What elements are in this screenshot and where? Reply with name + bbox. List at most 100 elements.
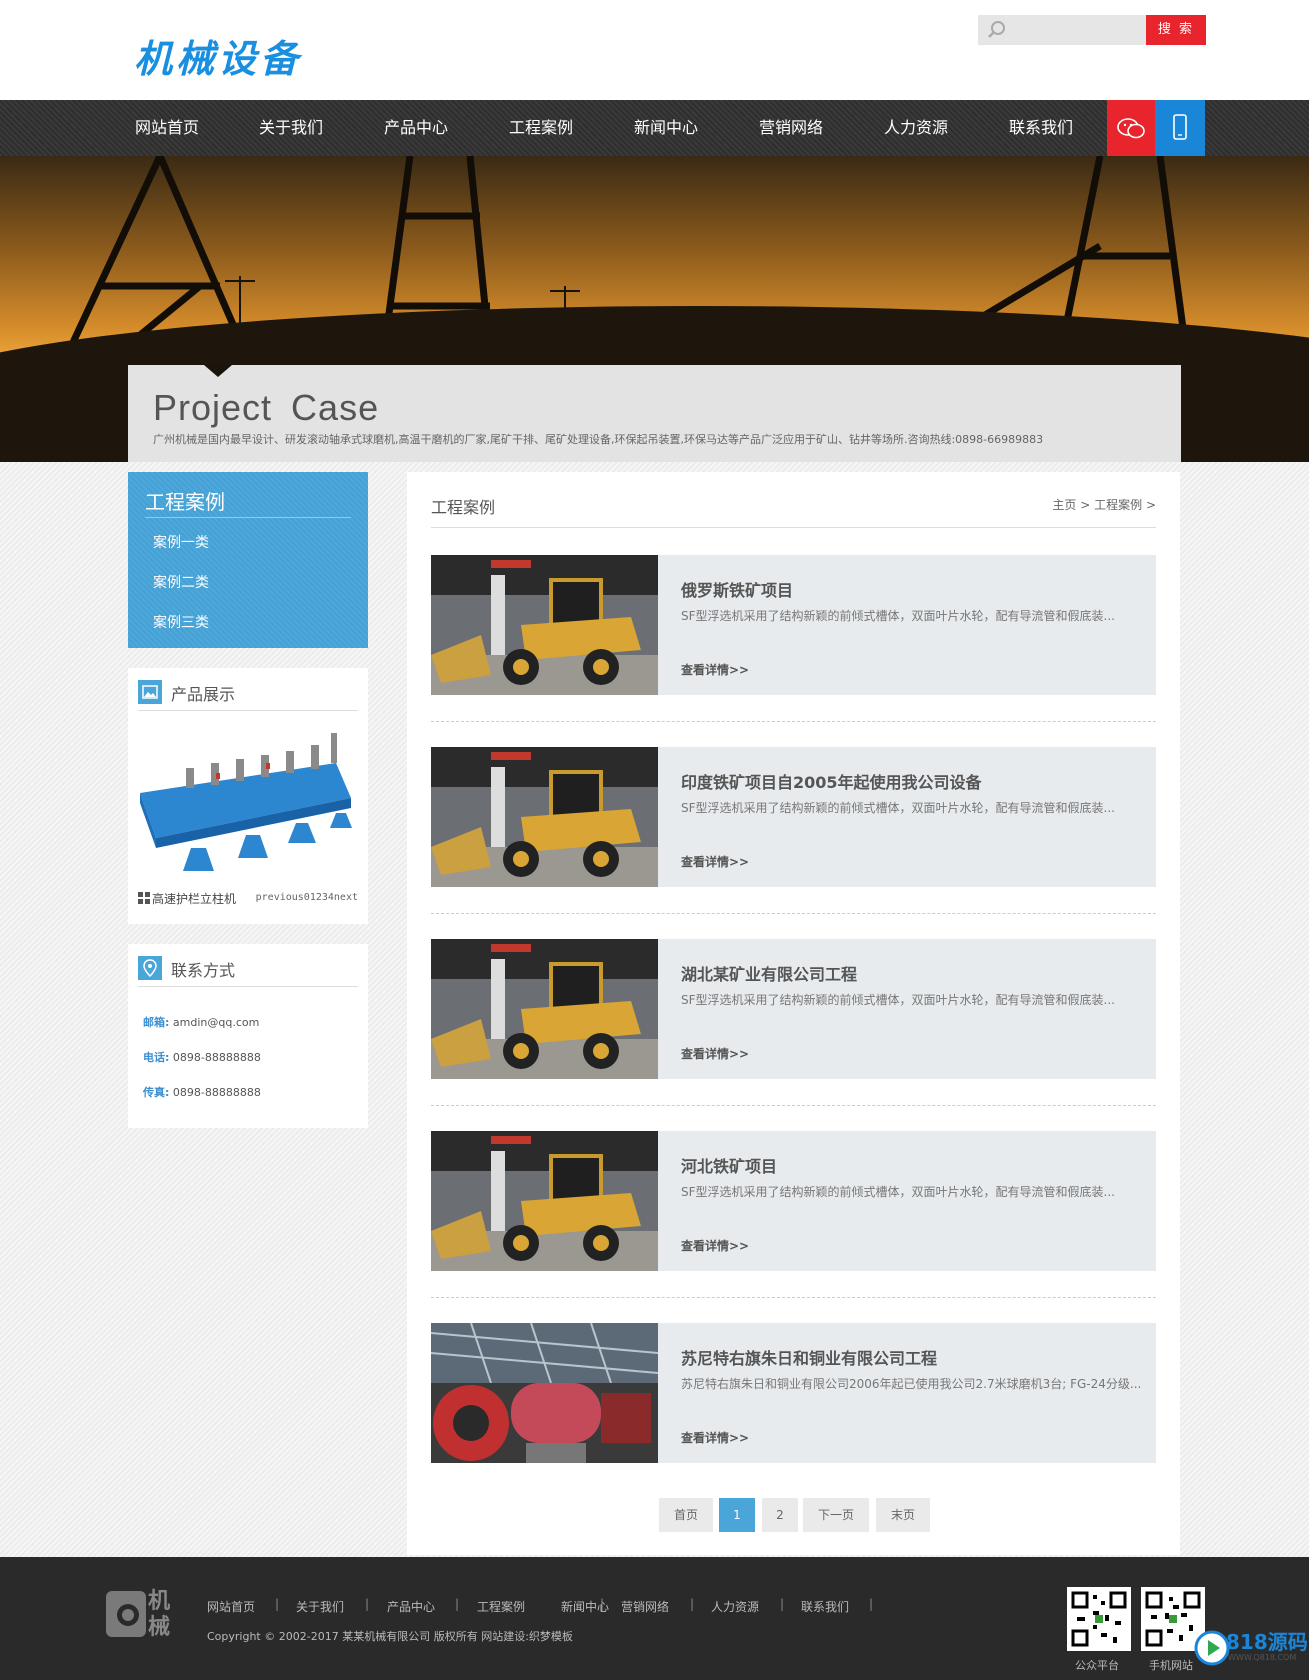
- product-showcase: 产品展示 高速护栏立柱机 previous01234next: [128, 668, 368, 924]
- contact-fax: 传真: 0898-88888888: [143, 1084, 261, 1100]
- pagination-button[interactable]: 末页: [876, 1498, 930, 1532]
- case-description: SF型浮选机采用了结构新颖的前倾式槽体，双面叶片水轮，配有导流管和假底装...: [681, 801, 1115, 815]
- email-value[interactable]: amdin@qq.com: [173, 1016, 259, 1029]
- mobile-button[interactable]: [1155, 100, 1205, 156]
- case-separator: [431, 913, 1156, 914]
- mobile-icon: [1173, 114, 1187, 140]
- footer-logo-mark: [106, 1591, 146, 1637]
- nav-item-network[interactable]: 营销网络: [759, 100, 823, 156]
- nav-item-cases[interactable]: 工程案例: [509, 100, 573, 156]
- breadcrumb-chevron-icon: >: [1145, 498, 1156, 512]
- category-title: 工程案例: [145, 490, 225, 514]
- case-image[interactable]: [431, 747, 658, 887]
- breadcrumb-current[interactable]: 工程案例: [1094, 498, 1142, 512]
- breadcrumb: 主页 > 工程案例 >: [1052, 496, 1156, 513]
- case-title[interactable]: 湖北某矿业有限公司工程: [681, 961, 857, 985]
- case-image[interactable]: [431, 555, 658, 695]
- category-item[interactable]: 案例三类: [153, 612, 209, 632]
- breadcrumb-home[interactable]: 主页: [1052, 498, 1076, 512]
- product-divider: [138, 710, 358, 711]
- section-title: 工程案例: [431, 498, 496, 517]
- case-separator: [431, 1297, 1156, 1298]
- case-item: 俄罗斯铁矿项目 SF型浮选机采用了结构新颖的前倾式槽体，双面叶片水轮，配有导流管和…: [431, 555, 1156, 695]
- contact-phone: 电话: 0898-88888888: [143, 1049, 261, 1065]
- case-title[interactable]: 俄罗斯铁矿项目: [681, 577, 793, 601]
- nav-item-about[interactable]: 关于我们: [259, 100, 323, 156]
- pagination-button[interactable]: 下一页: [803, 1498, 869, 1532]
- footer-link-separator: |: [780, 1597, 785, 1611]
- copyright: Copyright © 2002-2017 某某机械有限公司 版权所有 网站建设…: [207, 1630, 573, 1643]
- wechat-icon: [1117, 118, 1145, 139]
- footer-link-separator: |: [455, 1597, 460, 1611]
- category-item[interactable]: 案例一类: [153, 532, 209, 552]
- category-panel: 工程案例 案例一类 案例二类 案例三类: [128, 472, 368, 648]
- site-logo[interactable]: 机械设备: [134, 28, 302, 83]
- case-more-link[interactable]: 查看详情>>: [681, 1045, 749, 1062]
- case-more-link[interactable]: 查看详情>>: [681, 661, 749, 678]
- breadcrumb-chevron-icon: >: [1080, 498, 1091, 512]
- case-image[interactable]: [431, 1323, 658, 1463]
- product-image[interactable]: [136, 723, 360, 873]
- qr-icon: [1071, 1591, 1127, 1647]
- search-button[interactable]: 搜 索: [1146, 15, 1206, 45]
- contact-email: 邮箱: amdin@qq.com: [143, 1014, 259, 1030]
- image-icon: [138, 680, 162, 704]
- footer-link-separator: |: [600, 1597, 605, 1611]
- product-pager[interactable]: previous01234next: [256, 892, 358, 903]
- footer-link-separator: |: [365, 1597, 370, 1611]
- search-input[interactable]: [978, 15, 1146, 45]
- pagination-button[interactable]: 1: [719, 1498, 755, 1532]
- case-title[interactable]: 河北铁矿项目: [681, 1153, 777, 1177]
- footer-link-separator: |: [690, 1597, 695, 1611]
- qr-label-wechat: 公众平台: [1075, 1659, 1119, 1672]
- page-title: Project Case: [153, 387, 380, 428]
- qr-icon: [1145, 1591, 1201, 1647]
- case-item: 苏尼特右旗朱日和铜业有限公司工程苏尼特右旗朱日和铜业有限公司2006年起已使用我…: [431, 1323, 1156, 1463]
- section-divider: [431, 527, 1156, 528]
- pagination-button[interactable]: 2: [762, 1498, 798, 1532]
- case-image[interactable]: [431, 939, 658, 1079]
- footer-link[interactable]: 产品中心: [387, 1598, 435, 1615]
- nav-item-products[interactable]: 产品中心: [384, 100, 448, 156]
- category-item[interactable]: 案例二类: [153, 572, 209, 592]
- footer-link[interactable]: 网站首页: [207, 1598, 255, 1615]
- main-content: 工程案例 主页 > 工程案例 > 俄罗斯铁矿项目 SF型浮选机采用了结构新颖的前倾…: [407, 472, 1180, 1555]
- nav-item-home[interactable]: 网站首页: [135, 100, 199, 156]
- wechat-button[interactable]: [1107, 100, 1155, 156]
- badge-subtext: WWW.Q818.COM: [1228, 1653, 1297, 1662]
- footer-logo-text: 机械: [148, 1589, 171, 1640]
- page-intro: Project Case 广州机械是国内最早设计、研发滚动轴承式球磨机,高温干磨…: [128, 365, 1181, 462]
- footer-link[interactable]: 工程案例: [477, 1598, 525, 1615]
- case-description: 苏尼特右旗朱日和铜业有限公司2006年起已使用我公司2.7米球磨机3台; FG-…: [681, 1377, 1142, 1391]
- grid-icon: [138, 892, 150, 904]
- email-label: 邮箱:: [143, 1016, 170, 1029]
- footer-logo[interactable]: 机械: [106, 1589, 186, 1641]
- pagination-button[interactable]: 首页: [659, 1498, 713, 1532]
- footer-link[interactable]: 营销网络: [621, 1598, 669, 1615]
- footer-link[interactable]: 人力资源: [711, 1598, 759, 1615]
- case-title[interactable]: 苏尼特右旗朱日和铜业有限公司工程: [681, 1345, 937, 1369]
- location-icon: [138, 956, 162, 980]
- play-icon: [1194, 1630, 1230, 1666]
- footer-link[interactable]: 联系我们: [801, 1598, 849, 1615]
- case-more-link[interactable]: 查看详情>>: [681, 1237, 749, 1254]
- intro-pointer: [204, 365, 232, 377]
- case-description: SF型浮选机采用了结构新颖的前倾式槽体，双面叶片水轮，配有导流管和假底装...: [681, 993, 1115, 1007]
- site-header: 机械设备 搜 索: [0, 0, 1309, 100]
- case-title[interactable]: 印度铁矿项目自2005年起使用我公司设备: [681, 769, 982, 793]
- case-item: 印度铁矿项目自2005年起使用我公司设备 SF型浮选机采用了结构新颖的前倾式槽体，…: [431, 747, 1156, 887]
- product-title: 产品展示: [171, 685, 236, 704]
- product-caption[interactable]: 高速护栏立柱机: [152, 890, 236, 907]
- phone-label: 电话:: [143, 1051, 170, 1064]
- case-more-link[interactable]: 查看详情>>: [681, 1429, 749, 1446]
- nav-item-hr[interactable]: 人力资源: [884, 100, 948, 156]
- badge-text: 818源码: [1226, 1630, 1308, 1654]
- search-bar: 搜 索: [978, 15, 1206, 45]
- nav-item-contact[interactable]: 联系我们: [1009, 100, 1073, 156]
- footer-link[interactable]: 关于我们: [296, 1598, 344, 1615]
- nav-item-news[interactable]: 新闻中心: [634, 100, 698, 156]
- case-more-link[interactable]: 查看详情>>: [681, 853, 749, 870]
- contact-box: 联系方式 邮箱: amdin@qq.com 电话: 0898-88888888 …: [128, 944, 368, 1128]
- case-image[interactable]: [431, 1131, 658, 1271]
- footer-link-separator: |: [869, 1597, 874, 1611]
